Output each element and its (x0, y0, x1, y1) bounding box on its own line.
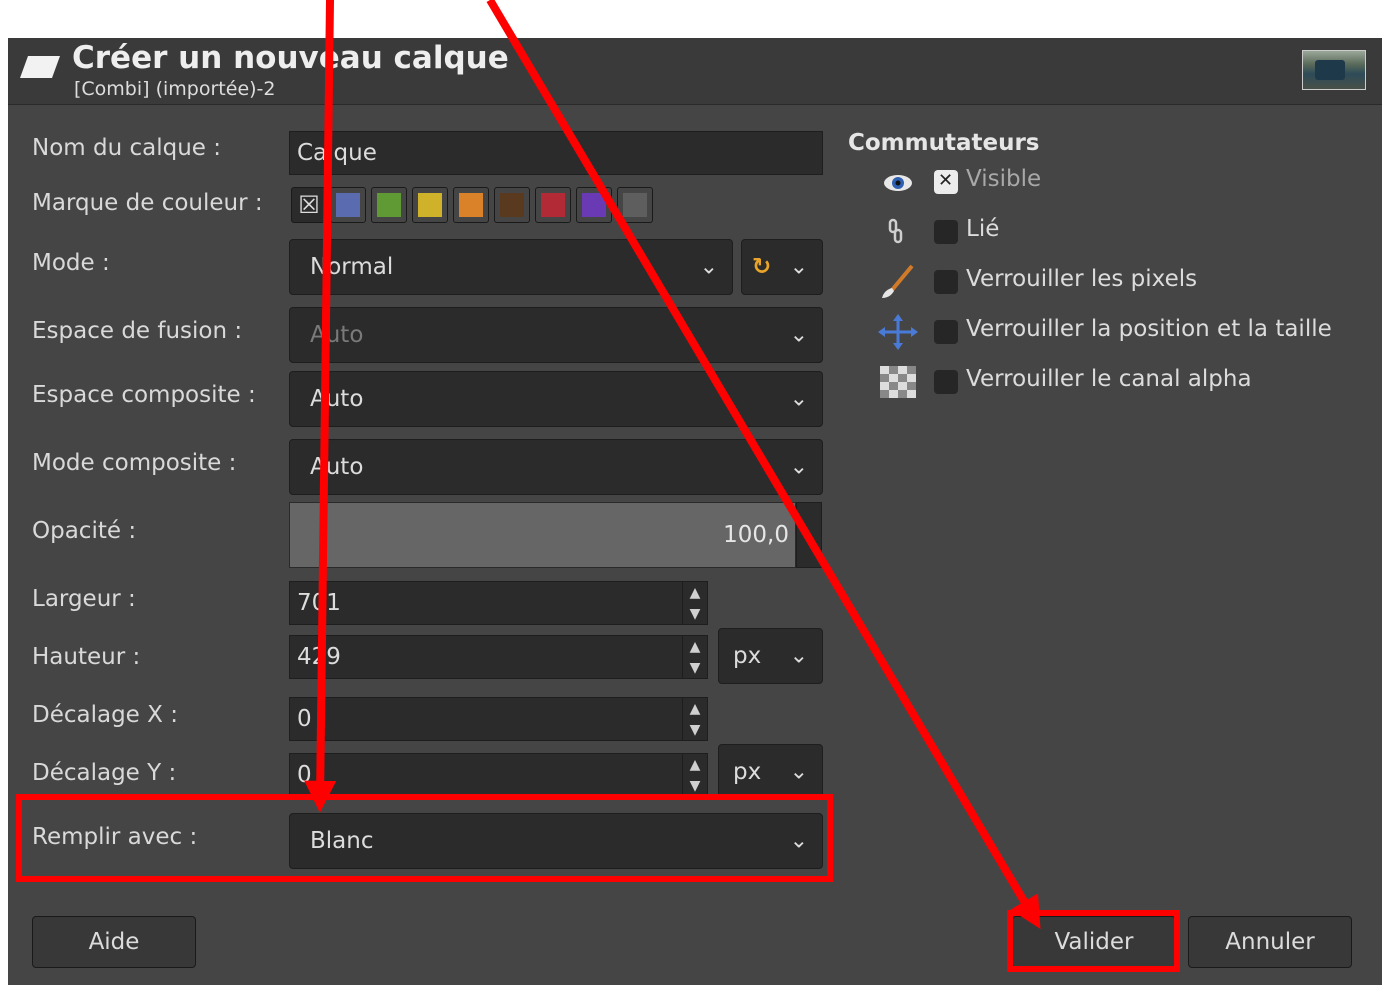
mode-reset-button[interactable]: ↻ ⌄ (741, 239, 823, 295)
fill-select[interactable]: Blanc ⌄ (289, 813, 823, 869)
chevron-down-icon: ⌄ (789, 254, 808, 280)
mode-select[interactable]: Normal ⌄ (289, 239, 733, 295)
spin-down-icon[interactable]: ▼ (683, 603, 707, 624)
cancel-button[interactable]: Annuler (1188, 916, 1352, 968)
layer-name-input[interactable]: Calque (289, 131, 823, 175)
color-tag-brown[interactable] (494, 187, 530, 223)
image-thumbnail (1302, 50, 1366, 90)
offset-x-input[interactable]: 0 (289, 697, 683, 741)
spin-down-icon[interactable]: ▼ (683, 657, 707, 678)
ok-button[interactable]: Valider (1012, 916, 1176, 968)
height-label: Hauteur : (32, 644, 141, 670)
chevron-down-icon: ⌄ (789, 828, 808, 854)
composite-space-label: Espace composite : (32, 382, 256, 408)
width-label: Largeur : (32, 586, 136, 612)
spin-up-icon[interactable]: ▲ (683, 698, 707, 719)
dialog-subtitle: [Combi] (importée)-2 (74, 78, 276, 100)
lock-alpha-checkbox[interactable] (934, 370, 958, 394)
opacity-spin-buttons[interactable] (796, 502, 822, 568)
linked-checkbox[interactable] (934, 220, 958, 244)
help-button[interactable]: Aide (32, 916, 196, 968)
color-tag-label: Marque de couleur : (32, 190, 263, 216)
color-tag-yellow[interactable] (412, 187, 448, 223)
offset-y-label: Décalage Y : (32, 760, 177, 786)
layer-icon (20, 56, 60, 78)
chevron-down-icon: ⌄ (789, 759, 808, 785)
chevron-down-icon: ⌄ (789, 322, 808, 348)
lock-position-checkbox[interactable] (934, 320, 958, 344)
color-tag-none[interactable]: ☒ (291, 187, 327, 223)
offset-y-spin-buttons[interactable]: ▲ ▼ (682, 753, 708, 797)
composite-mode-select[interactable]: Auto ⌄ (289, 439, 823, 495)
width-input[interactable]: 701 (289, 581, 683, 625)
height-input[interactable]: 429 (289, 635, 683, 679)
blend-space-label: Espace de fusion : (32, 318, 243, 344)
spin-up-icon[interactable]: ▲ (683, 754, 707, 775)
move-arrows-icon (878, 314, 918, 350)
offset-x-label: Décalage X : (32, 702, 178, 728)
chevron-down-icon: ⌄ (699, 254, 718, 280)
color-tag-red[interactable] (535, 187, 571, 223)
size-unit-select[interactable]: px ⌄ (718, 628, 823, 684)
color-tag-gray[interactable] (617, 187, 653, 223)
composite-space-select[interactable]: Auto ⌄ (289, 371, 823, 427)
dialog-title: Créer un nouveau calque (72, 40, 509, 76)
width-spin-buttons[interactable]: ▲ ▼ (682, 581, 708, 625)
height-spin-buttons[interactable]: ▲ ▼ (682, 635, 708, 679)
spin-down-icon[interactable]: ▼ (683, 719, 707, 740)
offset-y-input[interactable]: 0 (289, 753, 683, 797)
offset-x-spin-buttons[interactable]: ▲ ▼ (682, 697, 708, 741)
paintbrush-icon (882, 264, 914, 298)
eye-icon (884, 175, 912, 191)
new-layer-dialog: Créer un nouveau calque [Combi] (importé… (8, 38, 1382, 985)
opacity-slider[interactable]: 100,0 (289, 502, 796, 568)
visible-checkbox[interactable] (934, 170, 958, 194)
chevron-down-icon: ⌄ (789, 643, 808, 669)
opacity-label: Opacité : (32, 518, 137, 544)
lock-pixels-checkbox[interactable] (934, 270, 958, 294)
color-tag-blue[interactable] (330, 187, 366, 223)
chevron-down-icon: ⌄ (789, 454, 808, 480)
dialog-header: Créer un nouveau calque [Combi] (importé… (8, 38, 1382, 105)
spin-up-icon[interactable]: ▲ (683, 636, 707, 657)
composite-mode-label: Mode composite : (32, 450, 237, 476)
switches-title: Commutateurs (848, 130, 1040, 156)
color-tag-orange[interactable] (453, 187, 489, 223)
color-tag-green[interactable] (371, 187, 407, 223)
blend-space-select[interactable]: Auto ⌄ (289, 307, 823, 363)
layer-name-label: Nom du calque : (32, 135, 221, 161)
chevron-down-icon: ⌄ (789, 386, 808, 412)
reset-icon: ↻ (752, 254, 772, 280)
fill-label: Remplir avec : (32, 824, 198, 850)
spin-up-icon[interactable]: ▲ (683, 582, 707, 603)
offset-unit-select[interactable]: px ⌄ (718, 744, 823, 800)
color-tag-violet[interactable] (576, 187, 612, 223)
chain-icon (888, 218, 903, 244)
spin-down-icon[interactable]: ▼ (683, 775, 707, 796)
mode-label: Mode : (32, 250, 110, 276)
checkerboard-icon (880, 366, 916, 398)
